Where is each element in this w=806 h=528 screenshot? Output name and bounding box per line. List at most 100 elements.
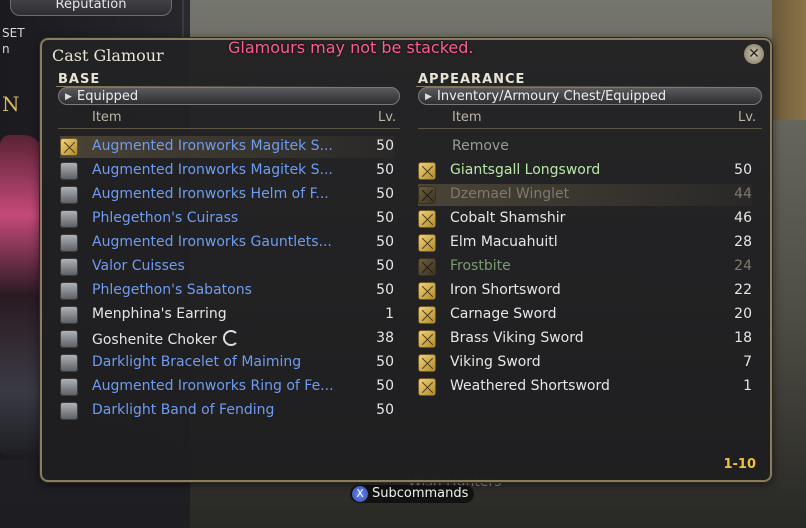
gauntlets-icon: [60, 234, 78, 252]
close-icon[interactable]: ✕: [744, 44, 764, 64]
base-item-name: Augmented Ironworks Gauntlets...: [92, 234, 332, 250]
base-item-row[interactable]: Darklight Band of Fending 50: [60, 400, 394, 422]
appearance-item-level: 7: [743, 354, 752, 370]
side-title: N: [2, 92, 20, 116]
glamour-dresser-icon: [222, 330, 239, 346]
base-item-level: 50: [376, 282, 394, 298]
appearance-item-row[interactable]: Elm Macuahuitl 28: [418, 232, 752, 254]
ring-icon: [60, 378, 78, 396]
base-item-name: Augmented Ironworks Magitek S...: [92, 138, 333, 154]
base-filter-dropdown[interactable]: ▶ Equipped: [58, 87, 400, 105]
base-section-label: BASE: [58, 72, 101, 87]
base-item-level: 50: [376, 354, 394, 370]
appearance-item-name: Iron Shortsword: [450, 282, 561, 298]
appearance-item-name: Cobalt Shamshir: [450, 210, 566, 226]
base-item-level: 50: [376, 378, 394, 394]
shield-icon: [60, 162, 78, 180]
appearance-item-row[interactable]: Frostbite 24: [418, 256, 752, 278]
appearance-item-row[interactable]: Giantsgall Longsword 50: [418, 160, 752, 182]
base-item-level: 1: [385, 306, 394, 322]
base-item-name: Valor Cuisses: [92, 258, 185, 274]
base-item-row[interactable]: Augmented Ironworks Magitek S... 50: [60, 136, 394, 158]
reputation-tab[interactable]: Reputation: [10, 0, 172, 16]
sword-icon: [418, 258, 436, 276]
base-item-name: Augmented Ironworks Helm of F...: [92, 186, 329, 202]
appearance-col-item: Item: [452, 110, 482, 125]
base-item-level: 50: [376, 234, 394, 250]
dropdown-arrow-icon: ▶: [65, 92, 72, 102]
base-item-row[interactable]: Augmented Ironworks Gauntlets... 50: [60, 232, 394, 254]
weapon-icon: [60, 138, 78, 156]
necklace-icon: [60, 330, 78, 348]
sword-icon: [418, 234, 436, 252]
character-portrait: [0, 135, 42, 455]
appearance-col-lv: Lv.: [738, 110, 757, 125]
sword-icon: [418, 282, 436, 300]
appearance-filter-value: Inventory/Armoury Chest/Equipped: [437, 89, 667, 104]
appearance-item-level: 22: [734, 282, 752, 298]
base-item-row[interactable]: Goshenite Choker 38: [60, 328, 394, 350]
base-item-level: 50: [376, 258, 394, 274]
glamour-notice: Glamours may not be stacked.: [228, 38, 474, 57]
appearance-item-level: 44: [734, 186, 752, 202]
appearance-item-row[interactable]: Dzemael Winglet 44: [418, 184, 752, 206]
remove-option[interactable]: Remove: [418, 136, 760, 158]
base-item-name: Darklight Band of Fending: [92, 402, 275, 418]
appearance-item-level: 24: [734, 258, 752, 274]
earring-icon: [60, 306, 78, 324]
appearance-item-row[interactable]: Cobalt Shamshir 46: [418, 208, 752, 230]
base-item-name: Augmented Ironworks Ring of Fe...: [92, 378, 334, 394]
appearance-item-row[interactable]: Viking Sword 7: [418, 352, 752, 374]
base-item-row[interactable]: Augmented Ironworks Magitek S... 50: [60, 160, 394, 182]
base-item-name: Goshenite Choker: [92, 330, 239, 348]
x-button-icon: X: [352, 486, 368, 502]
base-item-level: 50: [376, 162, 394, 178]
appearance-item-level: 50: [734, 162, 752, 178]
appearance-item-name: Giantsgall Longsword: [450, 162, 601, 178]
sword-icon: [418, 162, 436, 180]
base-col-lv: Lv.: [378, 110, 397, 125]
base-item-row[interactable]: Augmented Ironworks Ring of Fe... 50: [60, 376, 394, 398]
sword-icon: [418, 210, 436, 228]
base-item-level: 50: [376, 138, 394, 154]
appearance-item-name: Carnage Sword: [450, 306, 557, 322]
appearance-item-name: Frostbite: [450, 258, 511, 274]
appearance-item-name: Weathered Shortsword: [450, 378, 610, 394]
appearance-item-row[interactable]: Iron Shortsword 22: [418, 280, 752, 302]
appearance-item-row[interactable]: Brass Viking Sword 18: [418, 328, 752, 350]
cast-glamour-window: Cast Glamour Glamours may not be stacked…: [40, 38, 772, 482]
background-door: [772, 0, 806, 120]
base-item-row[interactable]: Phlegethon's Cuirass 50: [60, 208, 394, 230]
base-item-row[interactable]: Darklight Bracelet of Maiming 50: [60, 352, 394, 374]
sword-icon: [418, 354, 436, 372]
feet-icon: [60, 282, 78, 300]
sword-icon: [418, 306, 436, 324]
appearance-filter-dropdown[interactable]: ▶ Inventory/Armoury Chest/Equipped: [418, 87, 762, 105]
base-header-line: [58, 128, 400, 129]
base-item-level: 50: [376, 210, 394, 226]
base-item-level: 50: [376, 402, 394, 418]
side-label-2: n: [2, 42, 10, 56]
dropdown-arrow-icon: ▶: [425, 92, 432, 102]
appearance-item-level: 18: [734, 330, 752, 346]
appearance-section-label: APPEARANCE: [418, 72, 526, 87]
subcommands-hint[interactable]: X Subcommands: [350, 485, 475, 503]
window-title: Cast Glamour: [52, 46, 164, 65]
base-item-level: 38: [376, 330, 394, 346]
appearance-item-level: 1: [743, 378, 752, 394]
base-item-row[interactable]: Augmented Ironworks Helm of F... 50: [60, 184, 394, 206]
appearance-item-row[interactable]: Weathered Shortsword 1: [418, 376, 752, 398]
ring-icon: [60, 402, 78, 420]
base-item-name: Menphina's Earring: [92, 306, 227, 322]
bracelet-icon: [60, 354, 78, 372]
base-item-row[interactable]: Menphina's Earring 1: [60, 304, 394, 326]
base-filter-value: Equipped: [77, 89, 139, 104]
base-item-name: Phlegethon's Cuirass: [92, 210, 239, 226]
subcommands-label: Subcommands: [372, 486, 469, 501]
base-item-row[interactable]: Phlegethon's Sabatons 50: [60, 280, 394, 302]
base-item-row[interactable]: Valor Cuisses 50: [60, 256, 394, 278]
page-indicator: 1-10: [723, 457, 756, 472]
base-col-item: Item: [92, 110, 122, 125]
appearance-item-row[interactable]: Carnage Sword 20: [418, 304, 752, 326]
appearance-item-name: Brass Viking Sword: [450, 330, 584, 346]
